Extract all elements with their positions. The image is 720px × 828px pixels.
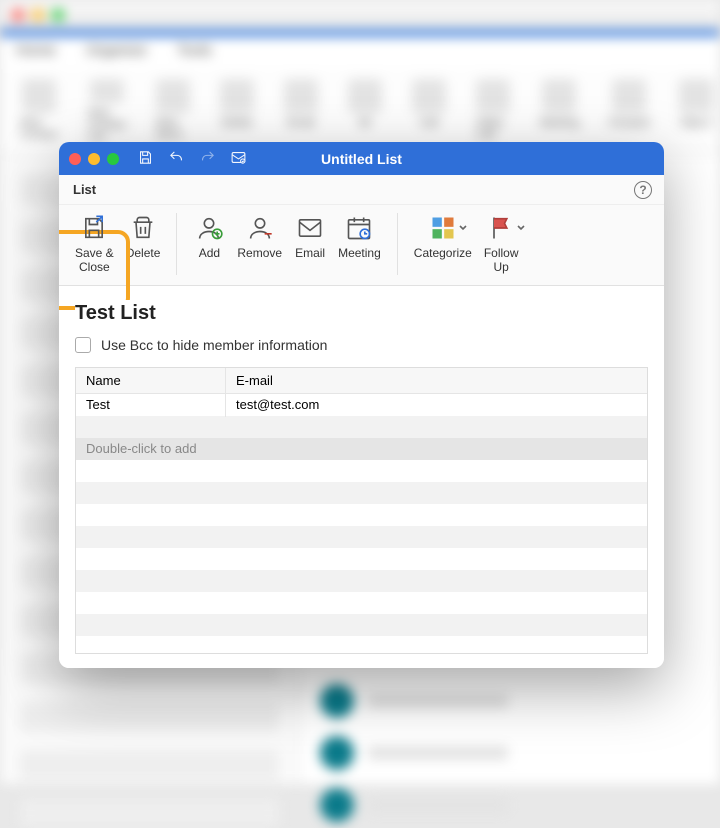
help-icon[interactable]: ?: [634, 181, 652, 199]
window-title: Untitled List: [321, 151, 402, 167]
redo-icon[interactable]: [199, 149, 216, 169]
ribbon-tab-list[interactable]: List: [69, 178, 100, 201]
ribbon: Save & Close Delete Add Remove: [59, 205, 664, 286]
table-row-empty[interactable]: [76, 526, 647, 548]
window-zoom-button[interactable]: [107, 153, 119, 165]
column-header-email[interactable]: E-mail: [226, 368, 647, 393]
use-bcc-checkbox[interactable]: [75, 337, 91, 353]
save-and-close-label: Save & Close: [75, 247, 114, 275]
categorize-label: Categorize: [414, 247, 472, 261]
save-close-icon: [79, 213, 109, 243]
categorize-icon: [428, 213, 458, 243]
table-row[interactable]: Test test@test.com: [76, 394, 647, 416]
table-row-empty[interactable]: [76, 614, 647, 636]
table-row-empty[interactable]: [76, 482, 647, 504]
save-and-close-button[interactable]: Save & Close: [69, 211, 120, 277]
flag-icon: [486, 213, 516, 243]
follow-up-button[interactable]: Follow Up: [478, 211, 525, 277]
table-row-empty[interactable]: [76, 570, 647, 592]
add-member-button[interactable]: Add: [187, 211, 231, 263]
categorize-button[interactable]: Categorize: [408, 211, 478, 263]
delete-label: Delete: [126, 247, 161, 261]
meeting-label: Meeting: [338, 247, 381, 261]
meeting-button[interactable]: Meeting: [332, 211, 387, 263]
use-bcc-row[interactable]: Use Bcc to hide member information: [75, 337, 648, 353]
table-row-empty[interactable]: [76, 504, 647, 526]
add-row-placeholder[interactable]: Double-click to add: [76, 438, 647, 460]
column-header-name[interactable]: Name: [76, 368, 226, 393]
list-name-input[interactable]: [75, 300, 648, 327]
add-row-placeholder-label: Double-click to add: [86, 441, 197, 456]
undo-icon[interactable]: [168, 149, 185, 169]
person-remove-icon: [245, 213, 275, 243]
members-table-header: Name E-mail: [76, 368, 647, 394]
person-add-icon: [194, 213, 224, 243]
calendar-icon: [344, 213, 374, 243]
use-bcc-label: Use Bcc to hide member information: [101, 337, 327, 353]
cell-email: test@test.com: [226, 394, 647, 418]
remove-label: Remove: [237, 247, 282, 261]
delete-button[interactable]: Delete: [120, 211, 167, 263]
envelope-icon: [295, 213, 325, 243]
table-row-empty[interactable]: [76, 416, 647, 438]
members-table: Name E-mail Test test@test.com Double-cl…: [75, 367, 648, 654]
email-label: Email: [295, 247, 325, 261]
trash-icon: [128, 213, 158, 243]
table-row-empty[interactable]: [76, 592, 647, 614]
follow-up-label: Follow Up: [484, 247, 519, 275]
remove-member-button[interactable]: Remove: [231, 211, 288, 263]
contact-list-window: Untitled List List ? Save & Close Delete: [59, 142, 664, 668]
email-button[interactable]: Email: [288, 211, 332, 263]
save-icon[interactable]: [137, 149, 154, 169]
table-row-empty[interactable]: [76, 460, 647, 482]
add-label: Add: [199, 247, 220, 261]
send-receive-icon[interactable]: [230, 149, 247, 169]
window-close-button[interactable]: [69, 153, 81, 165]
window-minimize-button[interactable]: [88, 153, 100, 165]
table-row-empty[interactable]: [76, 548, 647, 570]
cell-name: Test: [76, 394, 226, 418]
window-titlebar[interactable]: Untitled List: [59, 142, 664, 175]
